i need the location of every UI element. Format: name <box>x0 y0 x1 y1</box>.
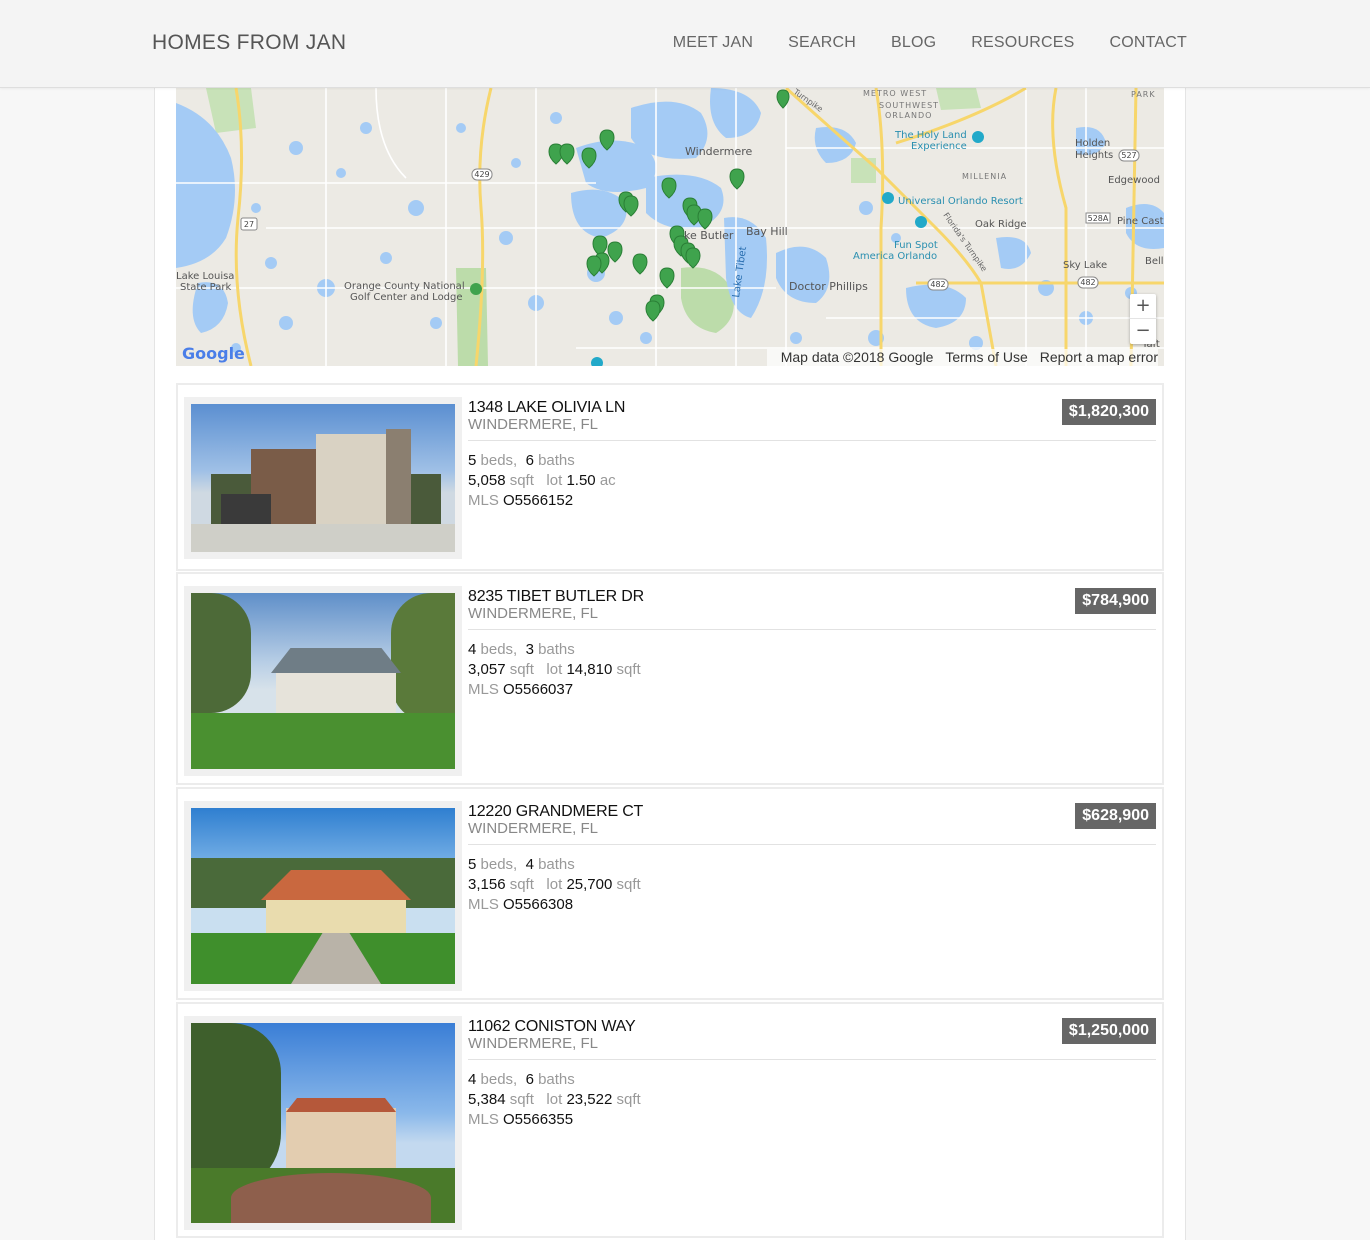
map-label-holden-1: Holden <box>1075 138 1110 149</box>
map-shield-527: 527 <box>1121 151 1136 160</box>
listing-info: 1348 LAKE OLIVIA LN WINDERMERE, FL $1,82… <box>468 399 1156 511</box>
listing-info: 11062 CONISTON WAY WINDERMERE, FL $1,250… <box>468 1018 1156 1130</box>
zoom-out-button[interactable]: − <box>1130 319 1156 344</box>
listing-photo[interactable] <box>191 593 455 769</box>
listing-photo-frame[interactable] <box>184 1016 462 1230</box>
map-label-pine-castle: Pine Cast <box>1117 216 1164 227</box>
map-canvas[interactable]: 429 27 527 528A 482 482 Windermere ke Bu… <box>176 88 1164 366</box>
listing-divider <box>468 1059 1156 1060</box>
listing-beds-baths: 5 beds, 6 baths <box>468 452 575 469</box>
map-label-holden-2: Heights <box>1075 150 1113 161</box>
listing-address[interactable]: 1348 LAKE OLIVIA LN <box>468 399 1156 417</box>
map-label-bay-hill: Bay Hill <box>746 225 788 238</box>
listing-sqft-lot: 3,057 sqft lot 14,810 sqft <box>468 661 641 678</box>
listing-city: WINDERMERE, FL <box>468 605 599 622</box>
listing-photo-frame[interactable] <box>184 586 462 776</box>
listing-city: WINDERMERE, FL <box>468 416 599 433</box>
listing-mls: MLS O5566308 <box>468 896 574 913</box>
map-label-orange-county-2: Golf Center and Lodge <box>350 292 463 303</box>
map-shield-482b: 482 <box>1080 278 1095 287</box>
listing-beds-baths: 4 beds, 3 baths <box>468 641 575 658</box>
listing-card[interactable]: 1348 LAKE OLIVIA LN WINDERMERE, FL $1,82… <box>176 383 1164 571</box>
google-logo: Google <box>182 344 245 363</box>
listing-city: WINDERMERE, FL <box>468 1035 599 1052</box>
nav-contact[interactable]: CONTACT <box>1109 34 1187 52</box>
map-label-windermere: Windermere <box>685 145 753 158</box>
listing-beds-baths: 4 beds, 6 baths <box>468 1071 575 1088</box>
map-label-holy-land-2: Experience <box>911 141 967 152</box>
listing-photo-frame[interactable] <box>184 801 462 991</box>
listing-beds-baths: 5 beds, 4 baths <box>468 856 575 873</box>
map-zoom-control: + − <box>1130 294 1156 344</box>
map-label-lake-louisa-2: State Park <box>180 282 231 293</box>
listing-mls: MLS O5566355 <box>468 1111 574 1128</box>
map-label-fun-spot-2: America Orlando <box>853 251 937 262</box>
listing-photo-frame[interactable] <box>184 397 462 559</box>
listing-divider <box>468 844 1156 845</box>
nav-search[interactable]: SEARCH <box>788 34 856 52</box>
map-label-metro-west: METRO WEST <box>863 89 927 98</box>
map-attribution: Map data ©2018 Google Terms of Use Repor… <box>766 349 1158 366</box>
listing-photo[interactable] <box>191 404 455 552</box>
main-nav: MEET JAN SEARCH BLOG RESOURCES CONTACT <box>638 34 1187 52</box>
map-terms-link[interactable]: Terms of Use <box>945 349 1027 365</box>
map-data-credit: Map data ©2018 Google <box>780 349 934 365</box>
listing-sqft-lot: 5,058 sqft lot 1.50 ac <box>468 472 616 489</box>
listing-photo[interactable] <box>191 1023 455 1223</box>
site-brand[interactable]: HOMES FROM JAN <box>152 31 346 55</box>
map-label-southwest-2: ORLANDO <box>885 111 932 120</box>
listing-divider <box>468 629 1156 630</box>
map-label-park: PARK <box>1131 90 1156 99</box>
listing-address[interactable]: 12220 GRANDMERE CT <box>468 803 1156 821</box>
listing-price-badge: $784,900 <box>1075 588 1156 614</box>
map-label-millenia: MILLENIA <box>962 172 1007 181</box>
map-label-belle: Bell <box>1145 256 1164 267</box>
listings-map[interactable]: 429 27 527 528A 482 482 Windermere ke Bu… <box>176 88 1164 366</box>
listing-info: 8235 TIBET BUTLER DR WINDERMERE, FL $784… <box>468 588 1156 700</box>
map-label-lake-butler: ke Butler <box>684 229 734 242</box>
nav-meet-jan[interactable]: MEET JAN <box>673 34 753 52</box>
map-label-universal: Universal Orlando Resort <box>898 196 1023 207</box>
map-label-edgewood: Edgewood <box>1108 175 1160 186</box>
listing-mls: MLS O5566152 <box>468 492 574 509</box>
map-label-fun-spot-1: Fun Spot <box>894 240 938 251</box>
nav-resources[interactable]: RESOURCES <box>971 34 1074 52</box>
listing-address[interactable]: 8235 TIBET BUTLER DR <box>468 588 1156 606</box>
map-shield-27: 27 <box>244 220 254 229</box>
map-report-error-link[interactable]: Report a map error <box>1040 349 1158 365</box>
listing-card[interactable]: 8235 TIBET BUTLER DR WINDERMERE, FL $784… <box>176 572 1164 785</box>
site-header: HOMES FROM JAN MEET JAN SEARCH BLOG RESO… <box>0 0 1370 88</box>
map-shield-429: 429 <box>474 170 489 179</box>
listing-mls: MLS O5566037 <box>468 681 574 698</box>
listing-city: WINDERMERE, FL <box>468 820 599 837</box>
listing-sqft-lot: 5,384 sqft lot 23,522 sqft <box>468 1091 641 1108</box>
map-label-oak-ridge: Oak Ridge <box>975 219 1027 230</box>
nav-blog[interactable]: BLOG <box>891 34 936 52</box>
map-label-sky-lake: Sky Lake <box>1063 260 1107 271</box>
listing-price-badge: $1,250,000 <box>1061 1018 1156 1044</box>
listing-address[interactable]: 11062 CONISTON WAY <box>468 1018 1156 1036</box>
zoom-in-button[interactable]: + <box>1130 294 1156 319</box>
map-label-orange-county-1: Orange County National <box>344 281 465 292</box>
listing-divider <box>468 440 1156 441</box>
map-shield-482a: 482 <box>930 280 945 289</box>
listing-photo[interactable] <box>191 808 455 984</box>
map-label-doctor-phillips: Doctor Phillips <box>789 280 868 293</box>
map-label-lake-louisa-1: Lake Louisa <box>176 271 234 282</box>
listing-price-badge: $1,820,300 <box>1061 399 1156 425</box>
listing-info: 12220 GRANDMERE CT WINDERMERE, FL $628,9… <box>468 803 1156 915</box>
listing-card[interactable]: 12220 GRANDMERE CT WINDERMERE, FL $628,9… <box>176 787 1164 1000</box>
map-label-holy-land-1: The Holy Land <box>894 130 967 141</box>
map-shield-528a: 528A <box>1088 214 1109 223</box>
listing-price-badge: $628,900 <box>1075 803 1156 829</box>
map-label-southwest-1: SOUTHWEST <box>879 101 939 110</box>
listing-card[interactable]: 11062 CONISTON WAY WINDERMERE, FL $1,250… <box>176 1002 1164 1238</box>
listing-sqft-lot: 3,156 sqft lot 25,700 sqft <box>468 876 641 893</box>
